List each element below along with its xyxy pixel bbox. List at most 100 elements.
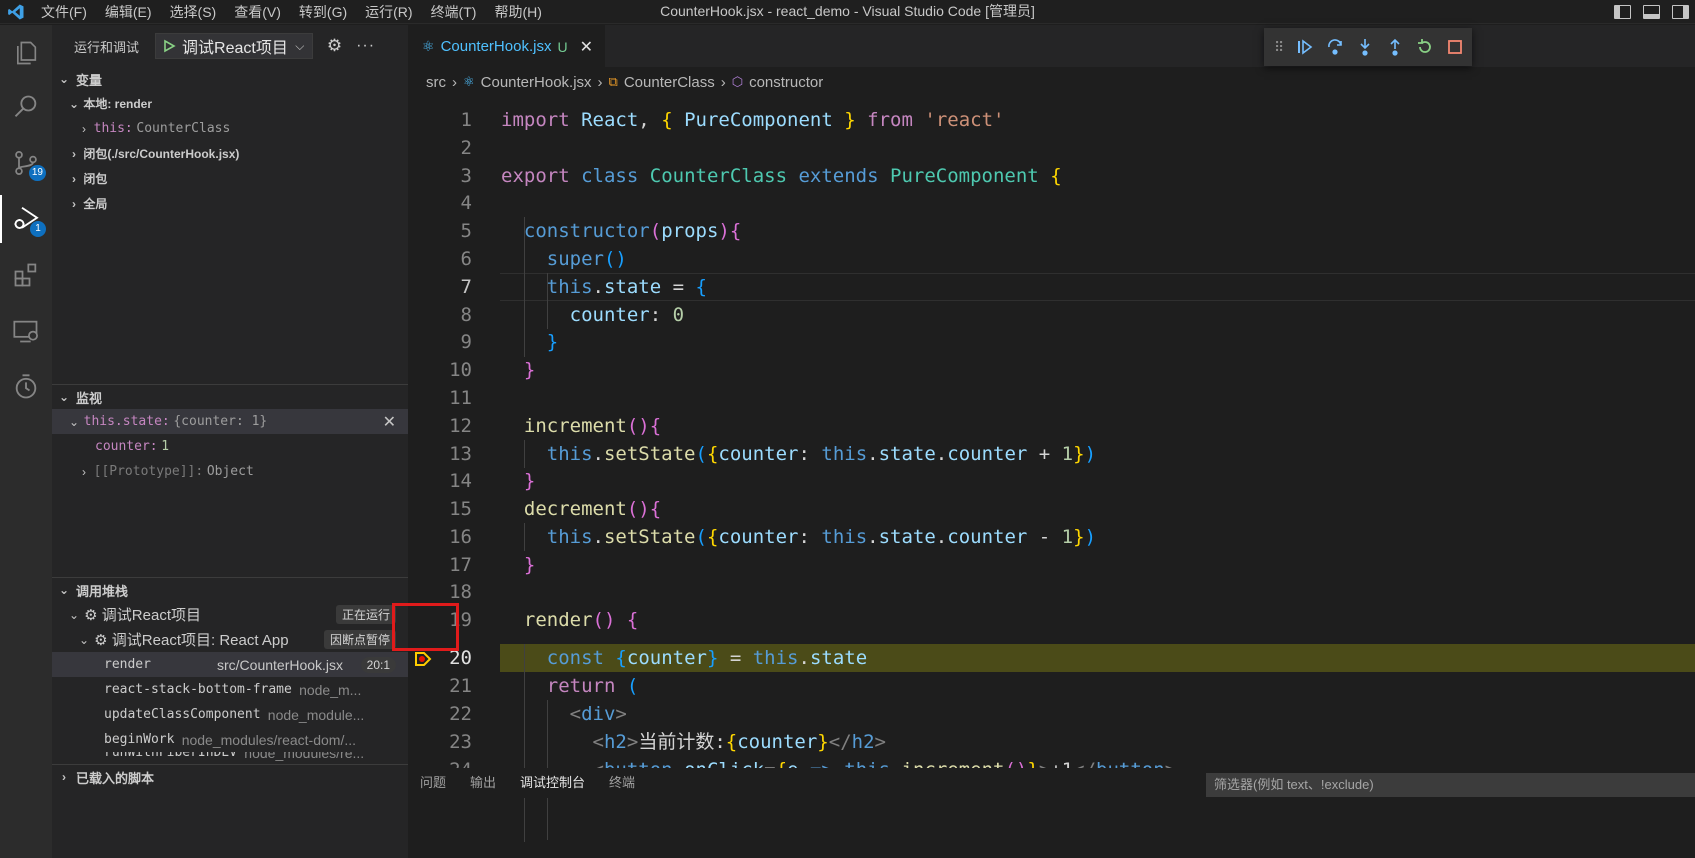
callstack-section-header[interactable]: ⌄ 调用堆栈 bbox=[52, 578, 408, 602]
run-debug-icon[interactable]: 1 bbox=[0, 195, 52, 243]
watch-expression-name: this.state: bbox=[83, 414, 170, 429]
search-icon[interactable] bbox=[0, 83, 52, 131]
start-debugging-icon[interactable] bbox=[162, 39, 176, 53]
chevron-right-icon: › bbox=[62, 770, 66, 784]
breadcrumb-file[interactable]: CounterHook.jsx bbox=[481, 74, 592, 91]
toggle-secondary-sidebar-icon[interactable] bbox=[1672, 5, 1689, 19]
tab-git-status: U bbox=[557, 38, 568, 55]
close-tab-icon[interactable]: ✕ bbox=[580, 37, 593, 57]
line-number: 22 bbox=[449, 703, 472, 725]
variables-section-header[interactable]: ⌄ 变量 bbox=[52, 67, 408, 91]
line-number: 16 bbox=[449, 526, 472, 548]
chevron-down-icon: ⌄ bbox=[68, 96, 80, 111]
gear-icon[interactable]: ⚙ bbox=[327, 36, 342, 56]
step-out-icon[interactable] bbox=[1380, 32, 1410, 62]
menu-go[interactable]: 转到(G) bbox=[290, 0, 356, 24]
code-line: return ( bbox=[546, 675, 639, 697]
tab-problems[interactable]: 问题 bbox=[408, 768, 458, 798]
loaded-scripts-section-header[interactable]: › 已载入的脚本 bbox=[52, 765, 408, 789]
menu-file[interactable]: 文件(F) bbox=[32, 0, 96, 24]
tab-terminal[interactable]: 终端 bbox=[597, 768, 647, 798]
callstack-section: ⌄ 调用堆栈 ⌄ ⚙ 调试React项目 正在运行 ⌄ ⚙ 调试React项目:… bbox=[52, 577, 408, 789]
source-control-icon[interactable]: 19 bbox=[0, 139, 52, 187]
line-number: 1 bbox=[460, 109, 472, 131]
prototype-value: Object bbox=[206, 464, 254, 479]
debug-session[interactable]: ⌄ ⚙ 调试React项目 正在运行 bbox=[52, 602, 408, 627]
code-line: } bbox=[523, 359, 536, 381]
toggle-panel-icon[interactable] bbox=[1643, 5, 1660, 19]
editor-area: ⚛ CounterHook.jsx U ✕ src › ⚛ CounterHoo… bbox=[408, 25, 1695, 858]
bug-icon: ⚙ bbox=[84, 606, 98, 624]
remove-expression-icon[interactable]: ✕ bbox=[383, 412, 396, 432]
line-number: 4 bbox=[460, 192, 472, 214]
stop-icon[interactable] bbox=[1440, 32, 1470, 62]
debug-session-label: 调试React项目 bbox=[101, 607, 201, 624]
menu-run[interactable]: 运行(R) bbox=[356, 0, 421, 24]
menu-help[interactable]: 帮助(H) bbox=[485, 0, 550, 24]
stack-frame[interactable]: beginWork node_modules/react-dom/... bbox=[52, 727, 408, 752]
chevron-down-icon: ⌄ bbox=[78, 632, 90, 647]
breadcrumb-src[interactable]: src bbox=[426, 74, 446, 91]
step-over-icon[interactable] bbox=[1320, 32, 1350, 62]
stack-frame[interactable]: runWithFiberInDEV node_modules/re... bbox=[52, 752, 408, 764]
tab-counterhook[interactable]: ⚛ CounterHook.jsx U ✕ bbox=[408, 25, 605, 67]
loaded-scripts-title: 已载入的脚本 bbox=[76, 770, 155, 786]
debug-console-filter-input[interactable]: 筛选器(例如 text、!exclude) bbox=[1206, 773, 1695, 797]
scope-global[interactable]: › 全局 bbox=[52, 191, 408, 216]
menu-view[interactable]: 查看(V) bbox=[225, 0, 290, 24]
watch-child-counter[interactable]: counter: 1 bbox=[52, 434, 408, 459]
chevron-down-icon: ⌄ bbox=[58, 583, 70, 597]
stack-frame[interactable]: updateClassComponent node_module... bbox=[52, 702, 408, 727]
frame-path: node_modules/react-dom/... bbox=[181, 731, 357, 748]
code-line: <h2>当前计数:{counter}</h2> bbox=[592, 731, 886, 753]
code-line: constructor(props){ bbox=[523, 220, 742, 242]
remote-explorer-icon[interactable] bbox=[0, 307, 52, 355]
toggle-primary-sidebar-icon[interactable] bbox=[1614, 5, 1631, 19]
editor-tabs: ⚛ CounterHook.jsx U ✕ bbox=[408, 25, 1695, 67]
scope-closure-label: 闭包 bbox=[83, 172, 108, 186]
session-status-badge: 正在运行 bbox=[335, 605, 396, 624]
scope-local[interactable]: ⌄ 本地: render bbox=[52, 91, 408, 116]
tab-output[interactable]: 输出 bbox=[458, 768, 508, 798]
continue-icon[interactable] bbox=[1290, 32, 1320, 62]
scm-badge: 19 bbox=[28, 165, 46, 181]
bug-icon: ⚙ bbox=[94, 631, 108, 649]
more-actions-icon[interactable]: ··· bbox=[356, 37, 375, 55]
step-into-icon[interactable] bbox=[1350, 32, 1380, 62]
explorer-icon[interactable] bbox=[0, 29, 52, 77]
stack-frame[interactable]: render src/CounterHook.jsx 20:1 bbox=[52, 652, 408, 677]
debug-toolbar: ⠿ bbox=[1264, 28, 1472, 66]
stack-frame[interactable]: react-stack-bottom-frame node_m... bbox=[52, 677, 408, 702]
drag-handle-icon[interactable]: ⠿ bbox=[1274, 39, 1290, 56]
code-line: } bbox=[523, 554, 536, 576]
extensions-icon[interactable] bbox=[0, 251, 52, 299]
watch-prototype[interactable]: › [[Prototype]]: Object bbox=[52, 459, 408, 484]
line-number: 6 bbox=[460, 248, 472, 270]
run-config-label: 调试React项目 bbox=[182, 40, 288, 57]
breadcrumb-method[interactable]: constructor bbox=[749, 74, 823, 91]
code-editor[interactable]: 1 2 3 4 5 6 7 8 9 10 11 12 13 14 15 16 1… bbox=[408, 106, 1695, 842]
menu-selection[interactable]: 选择(S) bbox=[161, 0, 226, 24]
scope-closure-file[interactable]: › 闭包(./src/CounterHook.jsx) bbox=[52, 141, 408, 166]
scope-local-label: 本地: render bbox=[83, 97, 153, 111]
run-config-dropdown[interactable]: 调试React项目 ⌵ bbox=[155, 33, 313, 59]
watch-expression[interactable]: ⌄ this.state: {counter: 1} ✕ bbox=[52, 409, 408, 434]
chevron-right-icon: › bbox=[82, 121, 86, 136]
scope-closure[interactable]: › 闭包 bbox=[52, 166, 408, 191]
tab-debug-console[interactable]: 调试控制台 bbox=[508, 768, 597, 798]
react-file-icon: ⚛ bbox=[463, 74, 475, 89]
line-number: 7 bbox=[460, 276, 472, 298]
menu-terminal[interactable]: 终端(T) bbox=[422, 0, 486, 24]
timeline-icon[interactable] bbox=[0, 363, 52, 411]
menu-edit[interactable]: 编辑(E) bbox=[96, 0, 161, 24]
prototype-name: [[Prototype]]: bbox=[93, 464, 204, 479]
debug-thread[interactable]: ⌄ ⚙ 调试React项目: React App 因断点暂停 bbox=[52, 627, 408, 652]
breadcrumb: src › ⚛ CounterHook.jsx › ⧉ CounterClass… bbox=[408, 67, 1695, 97]
watch-section-header[interactable]: ⌄ 监视 bbox=[52, 385, 408, 409]
restart-icon[interactable] bbox=[1410, 32, 1440, 62]
breadcrumb-class[interactable]: CounterClass bbox=[624, 74, 715, 91]
line-number: 9 bbox=[460, 331, 472, 353]
title-bar: 文件(F) 编辑(E) 选择(S) 查看(V) 转到(G) 运行(R) 终端(T… bbox=[0, 0, 1695, 24]
sidebar-header: 运行和调试 调试React项目 ⌵ ⚙ ··· bbox=[52, 25, 408, 67]
variable-this[interactable]: › this: CounterClass bbox=[52, 116, 408, 141]
